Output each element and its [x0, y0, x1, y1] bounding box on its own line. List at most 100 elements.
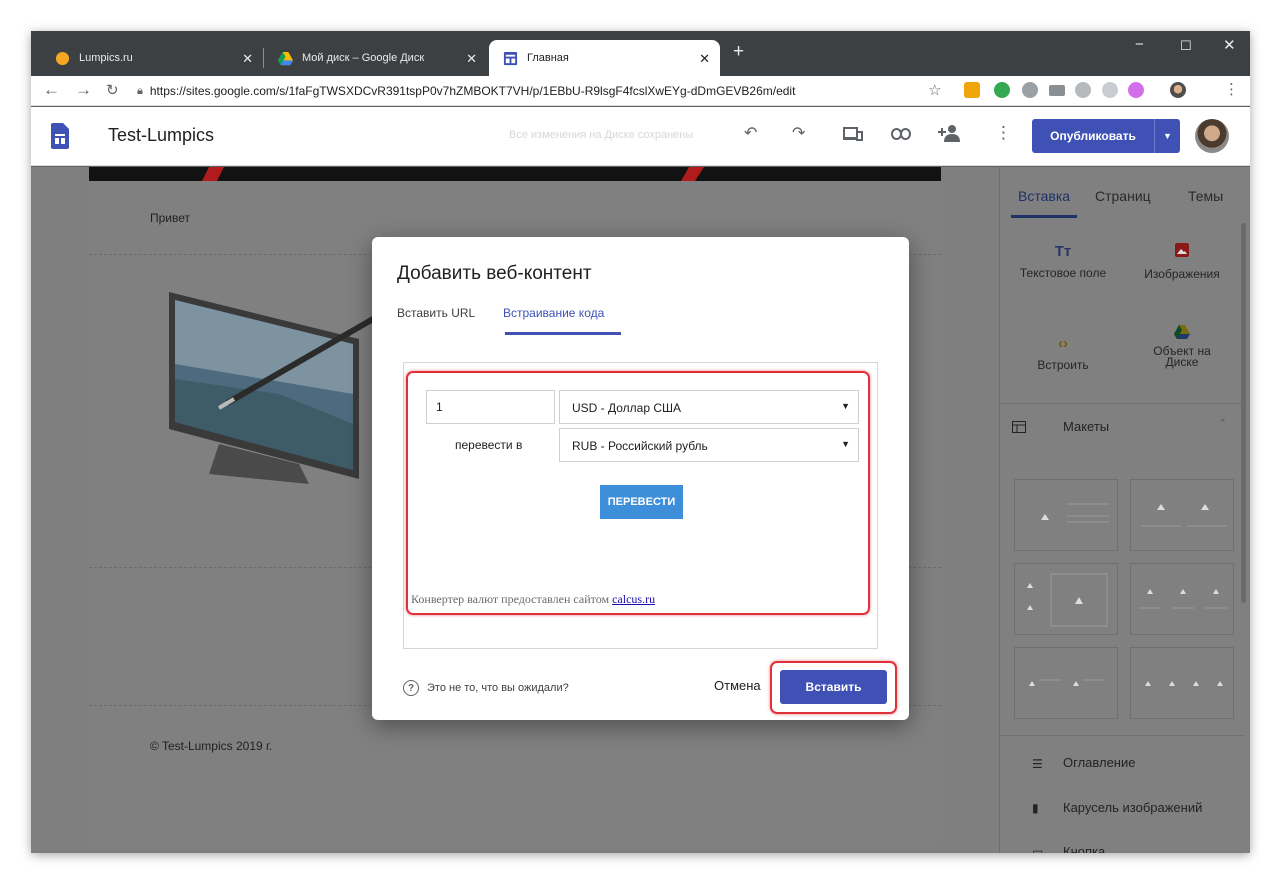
close-tab-icon[interactable]: ✕: [466, 51, 477, 67]
extension-badge-icon[interactable]: [1102, 82, 1118, 98]
footer-text[interactable]: © Test-Lumpics 2019 г.: [150, 739, 272, 753]
provider-text: Конвертер валют предоставлен сайтом: [411, 592, 610, 606]
close-tab-icon[interactable]: ✕: [699, 51, 710, 67]
site-title[interactable]: Test-Lumpics: [108, 125, 214, 146]
publish-button[interactable]: Опубликовать ▼: [1032, 119, 1180, 153]
button-icon: ▭: [1032, 845, 1044, 853]
redo-icon[interactable]: ↷: [792, 123, 805, 143]
carousel-icon: ▮: [1032, 801, 1039, 815]
extension-home-icon[interactable]: [964, 82, 980, 98]
layout-option[interactable]: [1130, 479, 1234, 551]
layouts-title: Макеты: [1063, 419, 1110, 434]
tab-insert-url[interactable]: Вставить URL: [397, 306, 475, 320]
table-of-contents-icon: ☰: [1032, 757, 1043, 771]
embed-code-icon: ‹›: [1058, 335, 1068, 352]
preview-devices-icon[interactable]: [843, 126, 863, 142]
table-of-contents-item[interactable]: Оглавление: [1063, 755, 1135, 770]
active-tab-indicator: [505, 332, 621, 335]
text-box-tool[interactable]: Tт Текстовое поле: [1008, 243, 1118, 280]
share-add-person-icon[interactable]: [938, 124, 960, 142]
layout-option[interactable]: [1130, 563, 1234, 635]
collapse-icon[interactable]: ⌃: [1218, 417, 1227, 430]
banner-decoration: [202, 167, 704, 181]
tab-embed-code[interactable]: Встраивание кода: [503, 306, 604, 320]
tool-label: Изображения: [1144, 267, 1220, 281]
cancel-button[interactable]: Отмена: [714, 678, 761, 693]
to-currency-select[interactable]: RUB - Российский рубль ▼: [559, 428, 859, 462]
address-bar[interactable]: 🔒︎ https://sites.google.com/s/1faFgTWSXD…: [137, 80, 957, 102]
extension-shield-icon[interactable]: [994, 82, 1010, 98]
layout-option[interactable]: [1014, 479, 1118, 551]
forward-icon[interactable]: →: [75, 80, 92, 100]
reload-icon[interactable]: ↻: [106, 81, 119, 99]
save-status: Все изменения на Диске сохранены: [509, 129, 694, 141]
tab-title: Lumpics.ru: [79, 52, 133, 64]
side-divider: [1000, 735, 1245, 736]
close-tab-icon[interactable]: ✕: [242, 51, 253, 67]
greeting-text[interactable]: Привет: [150, 211, 190, 225]
browser-toolbar: ← → ↻ 🔒︎ https://sites.google.com/s/1faF…: [31, 76, 1250, 106]
to-currency-value: RUB - Российский рубль: [572, 439, 708, 453]
layouts-icon: [1012, 421, 1026, 433]
provider-note: Конвертер валют предоставлен сайтом calc…: [411, 592, 655, 607]
side-divider: [1000, 403, 1245, 404]
tab-google-drive[interactable]: Мой диск – Google Диск ✕: [264, 40, 487, 76]
back-icon[interactable]: ←: [43, 80, 60, 100]
text-box-icon: Tт: [1054, 243, 1072, 260]
button-item[interactable]: Кнопка: [1063, 844, 1105, 853]
tool-label: Текстовое поле: [1019, 266, 1107, 280]
drive-object-tool[interactable]: Объект на Диске: [1127, 325, 1237, 368]
help-question-icon: ?: [403, 680, 419, 696]
extension-globe-icon[interactable]: [1022, 82, 1038, 98]
minimize-icon[interactable]: −: [1135, 36, 1144, 53]
extension-eye-icon[interactable]: [1075, 82, 1091, 98]
tab-insert[interactable]: Вставка: [1018, 188, 1070, 204]
close-window-icon[interactable]: ✕: [1223, 36, 1236, 54]
undo-icon[interactable]: ↶: [744, 123, 757, 143]
amount-input[interactable]: 1: [426, 390, 555, 424]
maximize-icon[interactable]: ☐: [1180, 38, 1192, 54]
tool-label-line2: Диске: [1165, 355, 1199, 369]
tab-lumpics[interactable]: Lumpics.ru ✕: [41, 40, 263, 76]
layout-option[interactable]: [1130, 647, 1234, 719]
chevron-down-icon: ▼: [841, 439, 850, 449]
google-sites-logo-icon: [51, 123, 69, 149]
more-options-icon[interactable]: ⋮: [995, 123, 1012, 143]
lumpics-icon: [55, 51, 70, 65]
side-panel-scrollbar[interactable]: [1241, 223, 1246, 603]
extension-mail-icon[interactable]: [1049, 85, 1065, 96]
active-tab-indicator: [1011, 215, 1077, 218]
side-panel: Вставка Страниц Темы Tт Текстовое поле И…: [999, 167, 1250, 853]
add-web-content-dialog: Добавить веб-контент Вставить URL Встраи…: [372, 237, 909, 720]
help-text: Это не то, что вы ожидали?: [427, 682, 569, 694]
convert-button[interactable]: ПЕРЕВЕСТИ: [600, 485, 683, 519]
new-tab-icon[interactable]: +: [733, 41, 744, 63]
publish-label: Опубликовать: [1050, 129, 1136, 143]
header-banner: [89, 167, 941, 181]
bookmark-star-icon[interactable]: ☆: [928, 81, 941, 99]
url-text: https://sites.google.com/s/1faFgTWSXDCvR…: [149, 84, 796, 98]
tab-themes[interactable]: Темы: [1188, 188, 1223, 204]
chevron-down-icon: ▼: [841, 401, 850, 411]
from-currency-select[interactable]: USD - Доллар США ▼: [559, 390, 859, 424]
insert-button[interactable]: Вставить: [780, 670, 887, 704]
tab-pages[interactable]: Страниц: [1095, 188, 1151, 204]
browser-menu-icon[interactable]: ⋮: [1224, 80, 1239, 98]
tab-glavnaya[interactable]: Главная ✕: [489, 40, 720, 76]
lock-icon: 🔒︎: [137, 84, 143, 97]
tool-label: Встроить: [1037, 358, 1089, 372]
from-currency-value: USD - Доллар США: [572, 401, 682, 415]
extension-puzzle-icon[interactable]: [1128, 82, 1144, 98]
layout-option[interactable]: [1014, 563, 1118, 635]
layout-option[interactable]: [1014, 647, 1118, 719]
image-carousel-item[interactable]: Карусель изображений: [1063, 800, 1202, 815]
chevron-down-icon[interactable]: ▼: [1154, 119, 1180, 153]
tab-title: Мой диск – Google Диск: [302, 52, 425, 64]
avatar[interactable]: [1195, 119, 1229, 153]
images-tool[interactable]: Изображения: [1127, 243, 1237, 281]
embed-tool[interactable]: ‹› Встроить: [1008, 335, 1118, 372]
link-icon[interactable]: [891, 128, 911, 140]
help-link[interactable]: ? Это не то, что вы ожидали?: [403, 680, 569, 696]
provider-link[interactable]: calcus.ru: [612, 592, 655, 606]
profile-avatar-icon[interactable]: [1170, 82, 1186, 98]
